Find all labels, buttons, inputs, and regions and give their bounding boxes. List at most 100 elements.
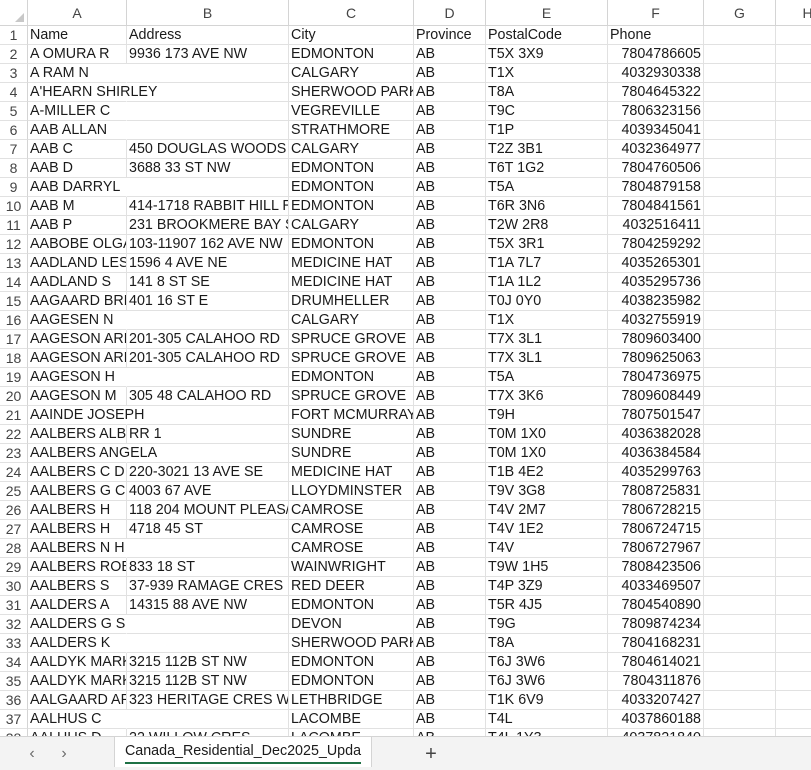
cell-e31[interactable]: T5R 4J5	[486, 596, 608, 615]
cell-b5[interactable]	[127, 102, 289, 121]
cell-e29[interactable]: T9W 1H5	[486, 558, 608, 577]
cell-b28[interactable]	[127, 539, 289, 558]
cell-a22[interactable]: AALBERS ALBE	[28, 425, 127, 444]
cell-a4[interactable]: A'HEARN SHIRLEY	[28, 83, 157, 102]
column-header-f[interactable]: F	[608, 0, 704, 26]
row-header[interactable]: 19	[0, 368, 28, 387]
cell-c4[interactable]: SHERWOOD PARK	[289, 83, 414, 102]
cell-g9[interactable]	[704, 178, 776, 197]
row-header[interactable]: 5	[0, 102, 28, 121]
cell-a9[interactable]: AAB DARRYL	[28, 178, 127, 197]
cell-f24[interactable]: 4035299763	[608, 463, 704, 482]
cell-f13[interactable]: 4035265301	[608, 254, 704, 273]
row-header[interactable]: 16	[0, 311, 28, 330]
cell-d38[interactable]: AB	[414, 729, 486, 736]
cell-e15[interactable]: T0J 0Y0	[486, 292, 608, 311]
row-header[interactable]: 38	[0, 729, 28, 736]
sheet-tab-active[interactable]: Canada_Residential_Dec2025_Upda	[114, 737, 372, 767]
cell-b8[interactable]: 3688 33 ST NW	[127, 159, 289, 178]
cell-g21[interactable]	[704, 406, 776, 425]
row-header[interactable]: 6	[0, 121, 28, 140]
cell-g32[interactable]	[704, 615, 776, 634]
row-header[interactable]: 27	[0, 520, 28, 539]
cell-f27[interactable]: 7806724715	[608, 520, 704, 539]
cell-b13[interactable]: 1596 4 AVE NE	[127, 254, 289, 273]
cell-h35[interactable]	[776, 672, 811, 691]
cell-b22[interactable]: RR 1	[127, 425, 289, 444]
cell-f6[interactable]: 4039345041	[608, 121, 704, 140]
cell-h15[interactable]	[776, 292, 811, 311]
cell-a27[interactable]: AALBERS H	[28, 520, 127, 539]
cell-e27[interactable]: T4V 1E2	[486, 520, 608, 539]
cell-b20[interactable]: 305 48 CALAHOO RD	[127, 387, 289, 406]
cell-d6[interactable]: AB	[414, 121, 486, 140]
row-header[interactable]: 9	[0, 178, 28, 197]
cell-d5[interactable]: AB	[414, 102, 486, 121]
cell-f5[interactable]: 7806323156	[608, 102, 704, 121]
cell-a5[interactable]: A-MILLER C	[28, 102, 127, 121]
cell-d29[interactable]: AB	[414, 558, 486, 577]
row-header[interactable]: 17	[0, 330, 28, 349]
cell-c27[interactable]: CAMROSE	[289, 520, 414, 539]
cell-c6[interactable]: STRATHMORE	[289, 121, 414, 140]
cell-g12[interactable]	[704, 235, 776, 254]
cell-g30[interactable]	[704, 577, 776, 596]
cell-h2[interactable]	[776, 45, 811, 64]
cell-e36[interactable]: T1K 6V9	[486, 691, 608, 710]
cell-g7[interactable]	[704, 140, 776, 159]
cell-d8[interactable]: AB	[414, 159, 486, 178]
cell-g24[interactable]	[704, 463, 776, 482]
cell-h23[interactable]	[776, 444, 811, 463]
cell-f14[interactable]: 4035295736	[608, 273, 704, 292]
cell-h33[interactable]	[776, 634, 811, 653]
cell-d3[interactable]: AB	[414, 64, 486, 83]
cell-c16[interactable]: CALGARY	[289, 311, 414, 330]
cell-e30[interactable]: T4P 3Z9	[486, 577, 608, 596]
cell-f16[interactable]: 4032755919	[608, 311, 704, 330]
cell-f21[interactable]: 7807501547	[608, 406, 704, 425]
spreadsheet-grid[interactable]: A B C D E F G H 1 Name Address City Province PostalCo…	[0, 0, 811, 736]
cell-c18[interactable]: SPRUCE GROVE	[289, 349, 414, 368]
cell-d9[interactable]: AB	[414, 178, 486, 197]
cell-g4[interactable]	[704, 83, 776, 102]
cell-a35[interactable]: AALDYK MARK	[28, 672, 127, 691]
cell-f29[interactable]: 7808423506	[608, 558, 704, 577]
cell-g3[interactable]	[704, 64, 776, 83]
row-header[interactable]: 36	[0, 691, 28, 710]
cell-e23[interactable]: T0M 1X0	[486, 444, 608, 463]
cell-e11[interactable]: T2W 2R8	[486, 216, 608, 235]
cell-c31[interactable]: EDMONTON	[289, 596, 414, 615]
cell-d14[interactable]: AB	[414, 273, 486, 292]
cell-e8[interactable]: T6T 1G2	[486, 159, 608, 178]
cell-e37[interactable]: T4L	[486, 710, 608, 729]
cell-c24[interactable]: MEDICINE HAT	[289, 463, 414, 482]
cell-c37[interactable]: LACOMBE	[289, 710, 414, 729]
row-header[interactable]: 26	[0, 501, 28, 520]
cell-g15[interactable]	[704, 292, 776, 311]
plus-icon[interactable]: +	[420, 743, 442, 765]
cell-d4[interactable]: AB	[414, 83, 486, 102]
cell-d23[interactable]: AB	[414, 444, 486, 463]
cell-g28[interactable]	[704, 539, 776, 558]
row-header[interactable]: 32	[0, 615, 28, 634]
row-header[interactable]: 20	[0, 387, 28, 406]
cell-g23[interactable]	[704, 444, 776, 463]
select-all-corner[interactable]	[0, 0, 28, 26]
row-header[interactable]: 29	[0, 558, 28, 577]
cell-d13[interactable]: AB	[414, 254, 486, 273]
cell-e34[interactable]: T6J 3W6	[486, 653, 608, 672]
cell-a10[interactable]: AAB M	[28, 197, 127, 216]
cell-f17[interactable]: 7809603400	[608, 330, 704, 349]
row-header[interactable]: 31	[0, 596, 28, 615]
cell-c13[interactable]: MEDICINE HAT	[289, 254, 414, 273]
cell-a26[interactable]: AALBERS H	[28, 501, 127, 520]
cell-c8[interactable]: EDMONTON	[289, 159, 414, 178]
cell-c28[interactable]: CAMROSE	[289, 539, 414, 558]
cell-g11[interactable]	[704, 216, 776, 235]
cell-d31[interactable]: AB	[414, 596, 486, 615]
cell-e12[interactable]: T5X 3R1	[486, 235, 608, 254]
cell-a21[interactable]: AAINDE JOSEPH	[28, 406, 144, 425]
cell-e18[interactable]: T7X 3L1	[486, 349, 608, 368]
cell-b12[interactable]: 103-11907 162 AVE NW	[127, 235, 289, 254]
cell-h31[interactable]	[776, 596, 811, 615]
